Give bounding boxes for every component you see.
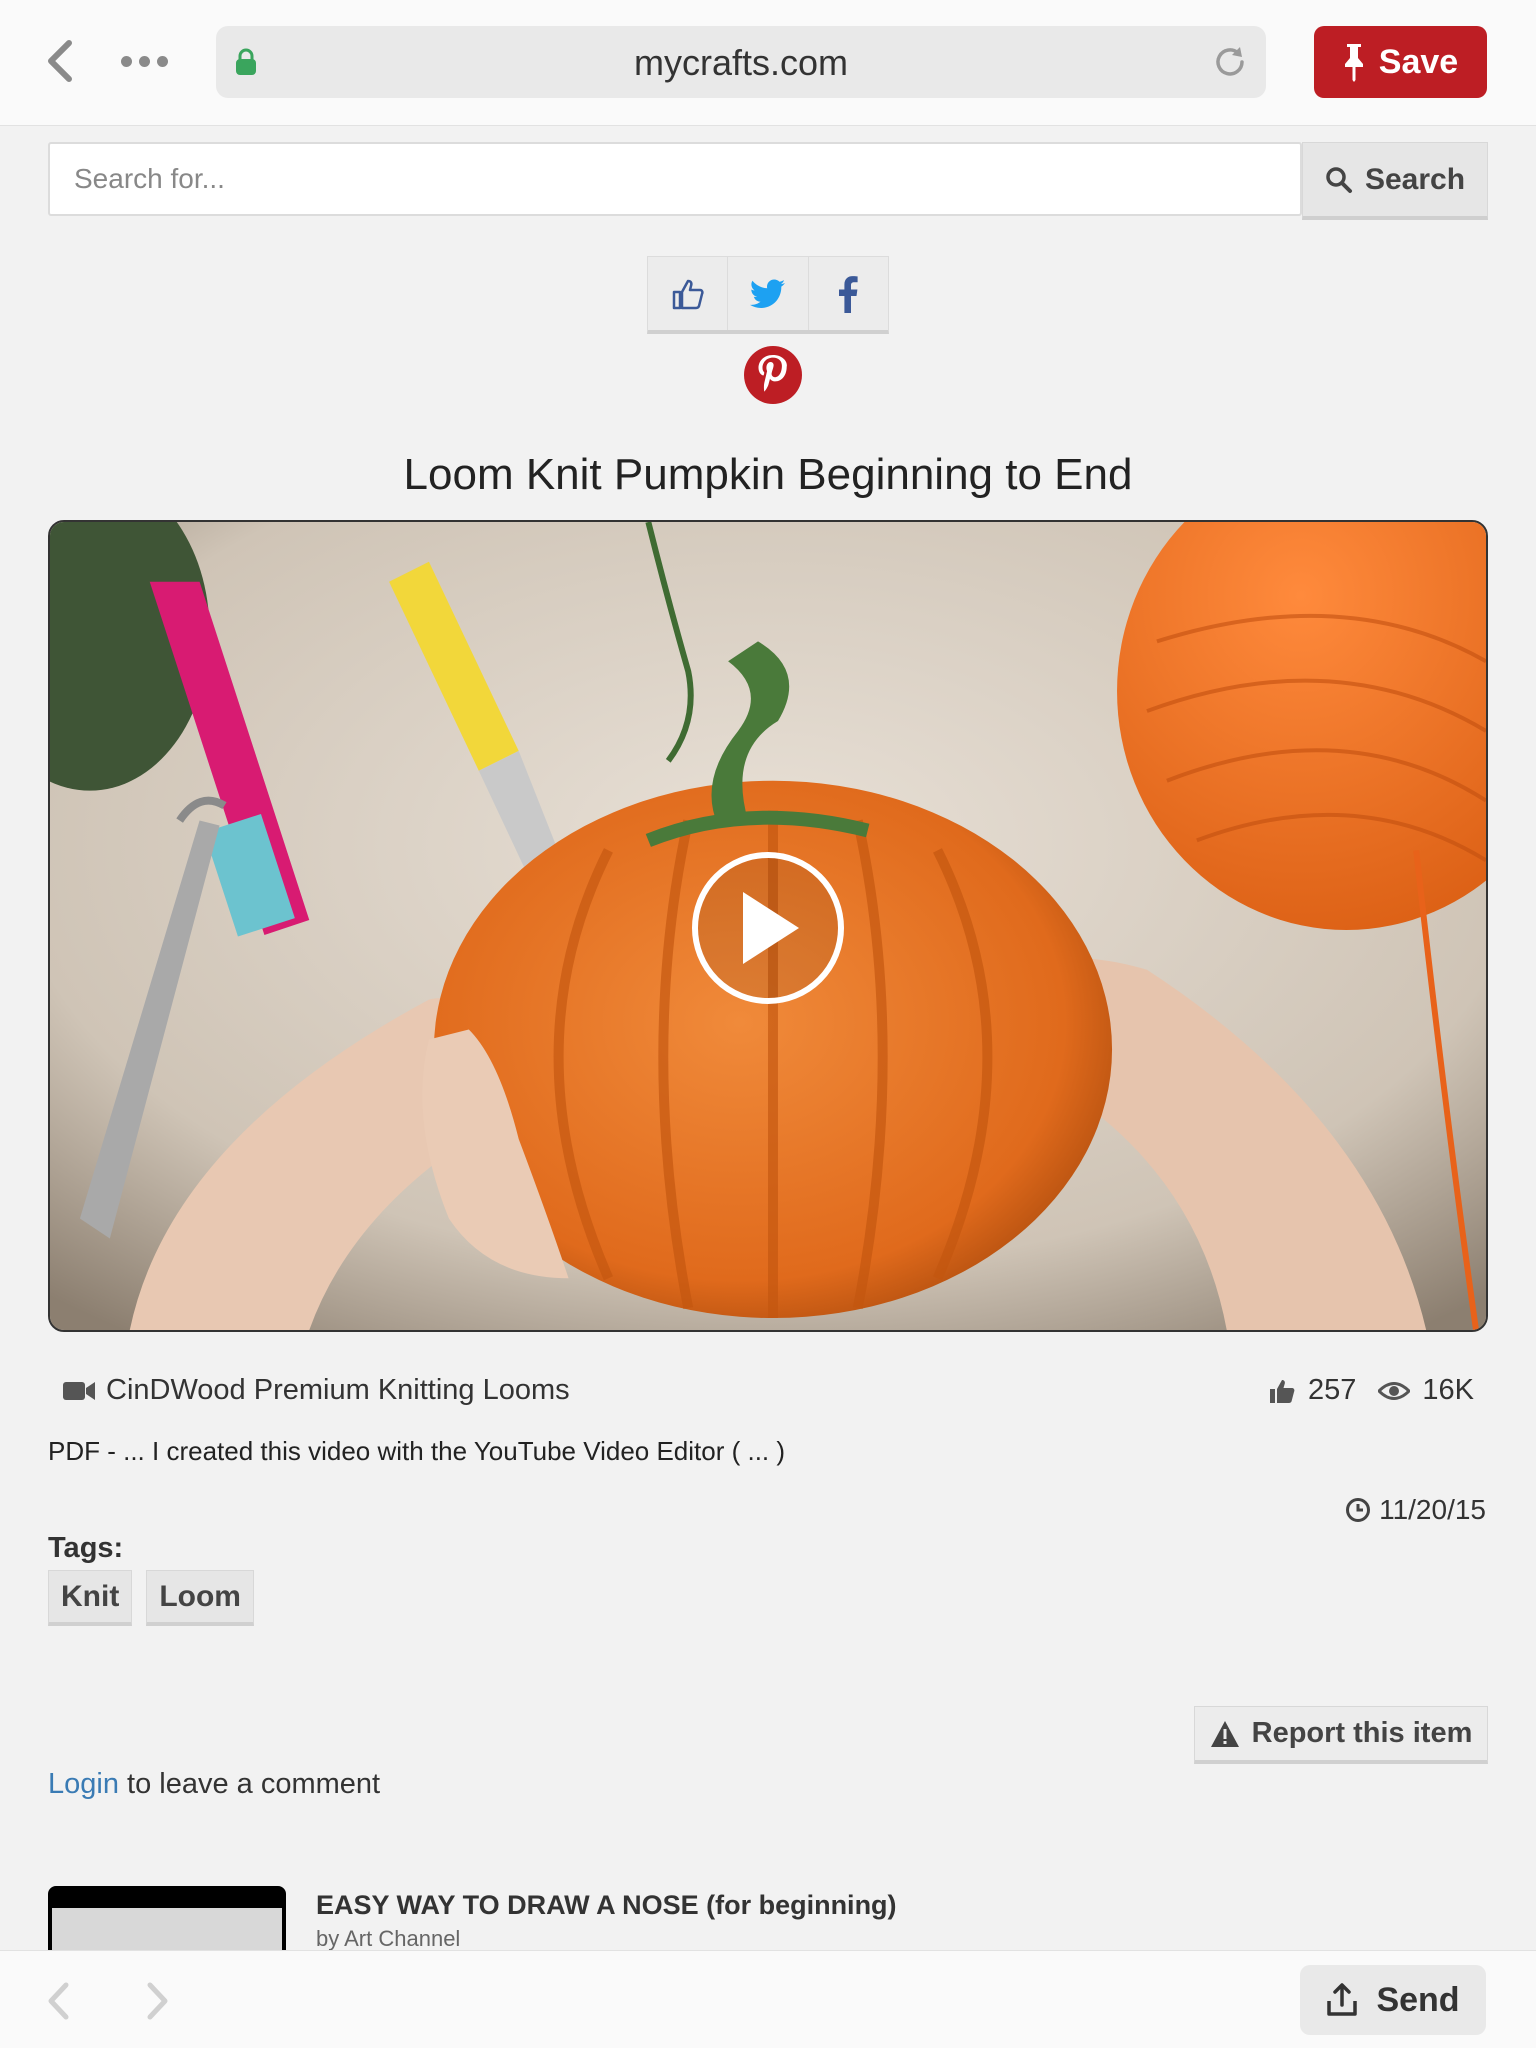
tag-loom[interactable]: Loom xyxy=(146,1570,254,1626)
date-text: 11/20/15 xyxy=(1379,1494,1486,1525)
browser-toolbar: mycrafts.com Save xyxy=(0,0,1536,126)
search-icon xyxy=(1326,166,1352,193)
save-label: Save xyxy=(1378,42,1459,81)
send-label: Send xyxy=(1376,1980,1460,2019)
like-button[interactable] xyxy=(648,257,729,330)
nav-back-icon[interactable] xyxy=(46,1981,72,2021)
reload-icon[interactable] xyxy=(1212,44,1248,80)
back-icon[interactable] xyxy=(40,36,80,86)
bottom-toolbar: Send xyxy=(0,1950,1536,2048)
report-label: Report this item xyxy=(1251,1717,1473,1749)
search-bar: Search xyxy=(48,142,1488,220)
facebook-button[interactable] xyxy=(809,257,888,330)
pushpin-icon xyxy=(1344,44,1363,82)
video-title: Loom Knit Pumpkin Beginning to End xyxy=(403,450,1133,499)
search-input[interactable] xyxy=(48,142,1302,216)
video-camera-icon xyxy=(63,1381,95,1400)
thumbs-up-icon xyxy=(672,279,704,309)
warning-icon xyxy=(1210,1720,1239,1747)
comment-prompt-text: to leave a comment xyxy=(118,1768,381,1800)
report-item-button[interactable]: Report this item xyxy=(1194,1706,1488,1764)
pinterest-icon xyxy=(758,355,787,392)
tag-list: Knit Loom xyxy=(48,1570,254,1626)
comment-prompt: Login to leave a comment xyxy=(48,1768,380,1801)
view-count: 16K xyxy=(1422,1374,1474,1406)
pinterest-button[interactable] xyxy=(744,346,802,404)
related-video-title[interactable]: EASY WAY TO DRAW A NOSE (for beginning) xyxy=(316,1890,897,1921)
clock-icon xyxy=(1346,1498,1371,1522)
video-description: PDF - ... I created this video with the … xyxy=(48,1436,786,1466)
nav-forward-icon[interactable] xyxy=(144,1981,170,2021)
twitter-button[interactable] xyxy=(728,257,809,330)
eye-icon xyxy=(1378,1381,1411,1400)
more-options-icon[interactable] xyxy=(114,38,174,84)
channel-info[interactable]: CinDWood Premium Knitting Looms xyxy=(62,1374,570,1407)
tags-label: Tags: xyxy=(48,1532,124,1564)
share-upload-icon xyxy=(1327,1983,1358,2016)
address-bar[interactable]: mycrafts.com xyxy=(216,26,1266,98)
search-button[interactable]: Search xyxy=(1302,142,1488,220)
video-player[interactable] xyxy=(48,520,1488,1332)
play-button[interactable] xyxy=(692,852,844,1004)
twitter-icon xyxy=(749,279,785,308)
channel-name: CinDWood Premium Knitting Looms xyxy=(106,1374,570,1406)
video-stats: 257 16K xyxy=(1268,1374,1474,1407)
share-buttons xyxy=(647,256,889,334)
login-link[interactable]: Login xyxy=(48,1768,119,1800)
facebook-icon xyxy=(839,275,858,313)
send-button[interactable]: Send xyxy=(1300,1965,1486,2035)
like-count: 257 xyxy=(1308,1374,1357,1406)
play-icon xyxy=(743,892,799,964)
publish-date: 11/20/15 xyxy=(1345,1494,1486,1526)
search-button-label: Search xyxy=(1364,162,1466,196)
related-video-author: by Art Channel xyxy=(316,1926,461,1951)
url-text: mycrafts.com xyxy=(633,42,848,83)
thumbs-up-icon xyxy=(1270,1379,1295,1403)
tag-knit[interactable]: Knit xyxy=(48,1570,133,1626)
save-button[interactable]: Save xyxy=(1314,26,1487,98)
